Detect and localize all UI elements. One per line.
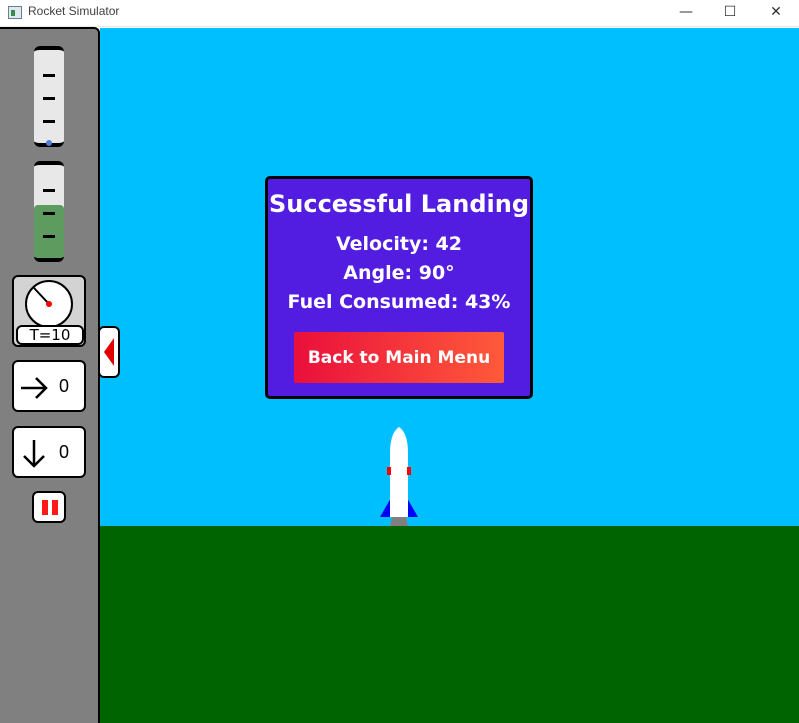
chevron-left-icon <box>104 338 114 366</box>
gauge-tick <box>43 97 55 100</box>
pause-button[interactable] <box>32 491 66 523</box>
gauge-tick <box>43 74 55 77</box>
rocket-nozzle <box>390 517 408 526</box>
vertical-speed-readout: 0 <box>12 426 86 478</box>
gauge-tick <box>43 212 55 215</box>
app-icon <box>8 6 22 19</box>
minimize-button[interactable]: — <box>663 0 709 27</box>
rocket-band-left <box>387 467 391 475</box>
title-bar: Rocket Simulator — ☐ ✕ <box>0 0 799 27</box>
clock-icon <box>25 280 73 328</box>
velocity-gauge <box>34 46 64 147</box>
gauge-tick <box>43 120 55 123</box>
rocket-fin-left <box>380 498 391 517</box>
close-button[interactable]: ✕ <box>753 0 799 27</box>
time-label: T=10 <box>16 325 84 345</box>
gauge-tick <box>43 189 55 192</box>
angle-result: Angle: 90° <box>343 262 455 284</box>
dialog-title: Successful Landing <box>268 190 530 218</box>
rocket-fin-right <box>407 498 418 517</box>
fuel-consumed-result: Fuel Consumed: 43% <box>287 291 511 313</box>
velocity-result: Velocity: 42 <box>335 233 462 255</box>
gauge-tick <box>43 235 55 238</box>
rocket-band-right <box>407 467 411 475</box>
time-panel: T=10 <box>12 275 86 347</box>
window-title: Rocket Simulator <box>28 4 120 18</box>
horizontal-speed-readout: 0 <box>12 360 86 412</box>
horizontal-speed-value: 0 <box>58 376 69 396</box>
arrow-down-icon <box>23 440 45 468</box>
arrow-right-icon <box>21 377 48 399</box>
vertical-speed-value: 0 <box>58 442 69 462</box>
ground <box>100 526 799 723</box>
landing-result-dialog: Successful Landing Velocity: 42 Angle: 9… <box>265 176 533 399</box>
velocity-indicator <box>46 140 52 146</box>
fuel-gauge <box>34 161 64 262</box>
rocket <box>380 427 418 526</box>
collapse-sidebar-button[interactable] <box>98 326 120 378</box>
rocket-body <box>390 427 408 517</box>
back-to-main-menu-button[interactable]: Back to Main Menu <box>294 332 504 383</box>
maximize-button[interactable]: ☐ <box>707 0 753 27</box>
